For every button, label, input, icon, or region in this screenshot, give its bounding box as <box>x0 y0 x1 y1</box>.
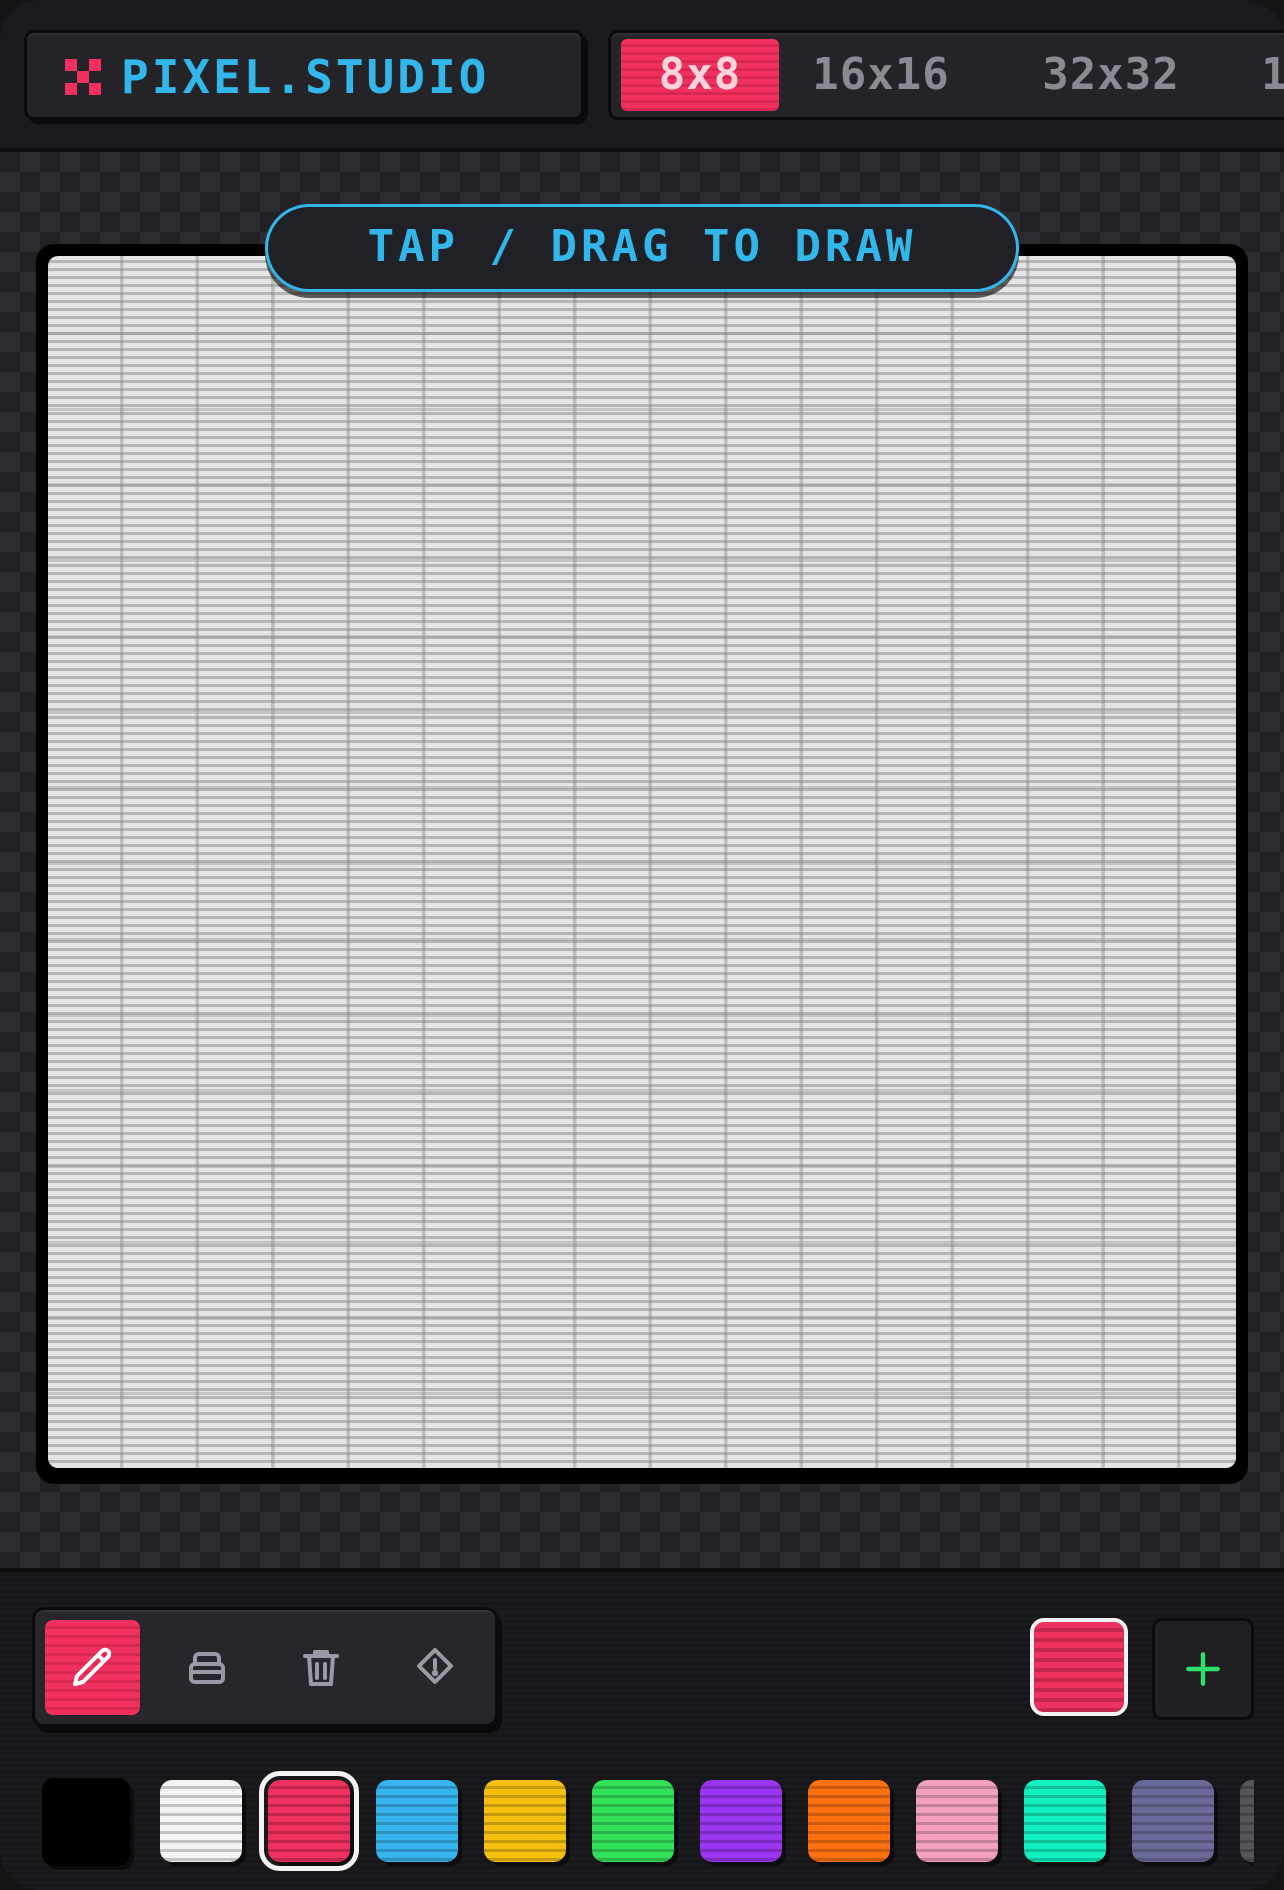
grid-line <box>48 862 1236 865</box>
grid-line <box>48 938 1236 941</box>
eraser-button[interactable] <box>159 1620 254 1715</box>
color-swatch[interactable] <box>259 1771 359 1871</box>
tool-group <box>32 1607 498 1727</box>
toolbar <box>0 1568 1284 1890</box>
fill-button[interactable] <box>387 1620 482 1715</box>
grid-line <box>48 1392 1236 1395</box>
logo-pixel-icon <box>65 59 101 95</box>
grid-line <box>48 1089 1236 1092</box>
color-swatch[interactable] <box>700 1780 782 1862</box>
app-title: PIXEL.STUDIO <box>121 50 490 104</box>
grid-size-tabs: 8x8 16x16 32x32 1 <box>608 30 1284 120</box>
color-swatch[interactable] <box>808 1780 890 1862</box>
add-color-button[interactable] <box>1152 1618 1254 1720</box>
color-swatch[interactable] <box>484 1780 566 1862</box>
workspace: TAP / DRAG TO DRAW <box>0 152 1284 1568</box>
header: PIXEL.STUDIO 8x8 16x16 32x32 1 <box>0 0 1284 152</box>
plus-icon <box>1186 1652 1220 1686</box>
color-swatch[interactable] <box>42 1778 130 1866</box>
fill-bucket-icon <box>416 1647 453 1684</box>
color-swatch[interactable] <box>1024 1780 1106 1862</box>
grid-line <box>48 332 1236 335</box>
pixel-studio-app: PIXEL.STUDIO 8x8 16x16 32x32 1 TAP / DRA… <box>0 0 1284 1890</box>
tab-32x32[interactable]: 32x32 <box>1021 39 1201 111</box>
eraser-icon <box>188 1651 225 1684</box>
tab-more[interactable]: 1 <box>1261 39 1284 111</box>
drawing-canvas[interactable] <box>48 256 1236 1468</box>
grid-line <box>48 711 1236 714</box>
color-swatch[interactable] <box>1240 1780 1254 1862</box>
draw-hint: TAP / DRAG TO DRAW <box>265 204 1019 292</box>
grid-line <box>48 1014 1236 1017</box>
grid-line <box>48 1165 1236 1168</box>
tab-16x16[interactable]: 16x16 <box>791 39 971 111</box>
pencil-button[interactable] <box>45 1620 140 1715</box>
grid-line <box>48 1241 1236 1244</box>
color-swatch[interactable] <box>916 1780 998 1862</box>
current-color-swatch[interactable] <box>1030 1618 1128 1716</box>
tab-8x8[interactable]: 8x8 <box>621 39 779 111</box>
color-swatch[interactable] <box>1132 1780 1214 1862</box>
grid-line <box>48 559 1236 562</box>
grid-line <box>48 483 1236 486</box>
color-palette <box>40 1766 1254 1876</box>
color-swatch[interactable] <box>592 1780 674 1862</box>
clear-button[interactable] <box>273 1620 368 1715</box>
color-swatch[interactable] <box>376 1780 458 1862</box>
trash-icon <box>302 1649 339 1686</box>
logo: PIXEL.STUDIO <box>24 30 584 120</box>
grid-line <box>48 408 1236 411</box>
pencil-icon <box>72 1647 111 1686</box>
grid-line <box>48 1317 1236 1320</box>
color-swatch[interactable] <box>160 1780 242 1862</box>
canvas-frame <box>36 244 1248 1484</box>
grid-line <box>48 635 1236 638</box>
grid-line <box>48 786 1236 789</box>
